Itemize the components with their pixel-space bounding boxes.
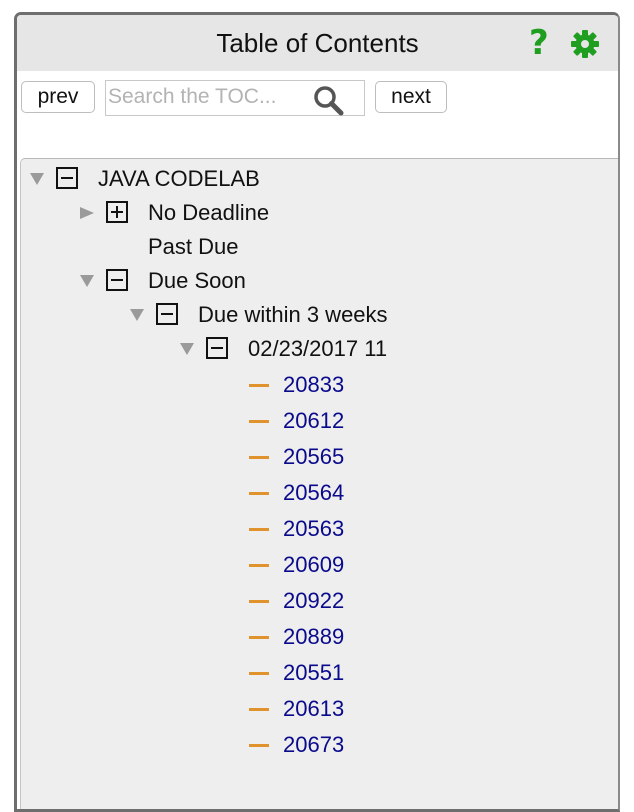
- collapse-box-icon[interactable]: [56, 167, 78, 189]
- tree-node-due-soon[interactable]: Due Soon: [21, 264, 601, 298]
- dash-icon: [249, 636, 269, 639]
- tree-leaf-link[interactable]: 20563: [283, 512, 344, 546]
- tree-leaf-link[interactable]: 20551: [283, 656, 344, 690]
- next-button[interactable]: next: [375, 81, 447, 113]
- dash-icon: [249, 708, 269, 711]
- tree-leaf-link[interactable]: 20613: [283, 692, 344, 726]
- tree-node-label: Due within 3 weeks: [198, 302, 388, 327]
- tree-node-label: No Deadline: [148, 200, 270, 225]
- tree-node-root[interactable]: JAVA CODELAB: [21, 162, 601, 196]
- tree-leaf-item[interactable]: 20922: [21, 584, 601, 618]
- tree-leaf-link[interactable]: 20889: [283, 620, 344, 654]
- expand-triangle-icon[interactable]: [30, 173, 44, 185]
- dash-icon: [249, 564, 269, 567]
- collapsed-triangle-icon[interactable]: [80, 207, 94, 219]
- tree-node-label: JAVA CODELAB: [98, 166, 260, 191]
- tree-leaf-item[interactable]: 20612: [21, 404, 601, 438]
- tree-node-label: Due Soon: [148, 268, 246, 293]
- tree-node-label: Past Due: [148, 234, 239, 259]
- gear-icon[interactable]: [570, 29, 600, 59]
- dash-icon: [249, 492, 269, 495]
- tree-leaf-item[interactable]: 20565: [21, 440, 601, 474]
- question-mark-icon[interactable]: ?: [529, 25, 555, 61]
- expand-box-icon[interactable]: [106, 201, 128, 223]
- tree-leaf-link[interactable]: 20609: [283, 548, 344, 582]
- tree-node-past-due[interactable]: Past Due: [21, 230, 601, 264]
- prev-button[interactable]: prev: [21, 81, 95, 113]
- tree-leaf-item[interactable]: 20551: [21, 656, 601, 690]
- collapse-box-icon[interactable]: [206, 337, 228, 359]
- dash-icon: [249, 744, 269, 747]
- tree-leaf-item[interactable]: 20833: [21, 368, 601, 402]
- tree-leaf-link[interactable]: 20833: [283, 368, 344, 402]
- search-box: [105, 80, 365, 116]
- tree-leaf-link[interactable]: 20565: [283, 440, 344, 474]
- expand-triangle-icon[interactable]: [130, 309, 144, 321]
- tree-leaf-link[interactable]: 20673: [283, 728, 344, 762]
- dash-icon: [249, 420, 269, 423]
- expand-triangle-icon[interactable]: [80, 275, 94, 287]
- tree-leaf-link[interactable]: 20564: [283, 476, 344, 510]
- tree-leaf-item[interactable]: 20673: [21, 728, 601, 762]
- dash-icon: [249, 672, 269, 675]
- tree-leaf-item[interactable]: 20563: [21, 512, 601, 546]
- tree-node-date-group[interactable]: 02/23/2017 11: [21, 332, 601, 366]
- tree-leaf-item[interactable]: 20609: [21, 548, 601, 582]
- dash-icon: [249, 600, 269, 603]
- panel-title: Table of Contents: [216, 28, 419, 58]
- tree-leaf-link[interactable]: 20612: [283, 404, 344, 438]
- tree-node-label: 02/23/2017 11: [248, 336, 388, 361]
- tree-leaf-item[interactable]: 20889: [21, 620, 601, 654]
- toc-panel: Table of Contents ? prev Search the TOC.…: [14, 12, 620, 812]
- expand-triangle-icon[interactable]: [180, 343, 194, 355]
- dash-icon: [249, 528, 269, 531]
- dash-icon: [249, 384, 269, 387]
- toc-tree: JAVA CODELAB No Deadline Past Due Due So…: [20, 158, 618, 809]
- tree-leaf-item[interactable]: 20613: [21, 692, 601, 726]
- dash-icon: [249, 456, 269, 459]
- toc-header: Table of Contents ?: [17, 15, 618, 71]
- collapse-box-icon[interactable]: [156, 303, 178, 325]
- tree-leaf-item[interactable]: 20564: [21, 476, 601, 510]
- search-input[interactable]: [108, 82, 308, 112]
- tree-node-due-within[interactable]: Due within 3 weeks: [21, 298, 601, 332]
- tree-node-no-deadline[interactable]: No Deadline: [21, 196, 601, 230]
- tree-leaf-link[interactable]: 20922: [283, 584, 344, 618]
- collapse-box-icon[interactable]: [106, 269, 128, 291]
- search-icon[interactable]: [312, 84, 346, 118]
